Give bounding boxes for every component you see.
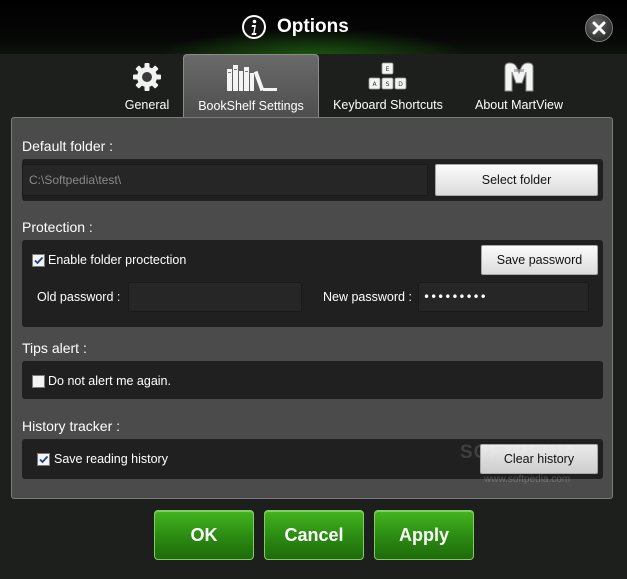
svg-text:D: D [398, 81, 403, 88]
softpedia-watermark-url: www.softpedia.com [484, 474, 571, 485]
clear-history-button[interactable]: Clear history [480, 444, 598, 474]
old-password-label: Old password : [37, 290, 121, 304]
protection-heading: Protection : [22, 219, 93, 235]
tab-keyboard-shortcuts[interactable]: E A S D Keyboard Shortcuts [331, 54, 445, 118]
tab-about-martview[interactable]: About MartView [469, 54, 569, 118]
cancel-button[interactable]: Cancel [264, 510, 364, 560]
close-icon [592, 21, 606, 35]
default-folder-path-field[interactable]: C:\Softpedia\test\ [22, 164, 428, 196]
new-password-value: ••••••••• [423, 290, 487, 304]
old-password-input[interactable] [128, 282, 302, 312]
info-icon [242, 15, 266, 39]
svg-text:S: S [386, 81, 390, 88]
tab-about-martview-label: About MartView [474, 98, 563, 112]
checkmark-icon [34, 256, 44, 265]
new-password-input[interactable]: ••••••••• [418, 282, 589, 312]
keyboard-icon: E A S D [368, 62, 407, 90]
save-history-checkbox[interactable] [37, 453, 50, 466]
do-not-alert-checkbox[interactable] [32, 375, 45, 388]
window-title: Options [277, 16, 349, 37]
new-password-label: New password : [323, 290, 412, 304]
save-history-label: Save reading history [54, 452, 168, 466]
tab-general[interactable]: General [118, 54, 176, 118]
tab-bookshelf-settings[interactable]: BookShelf Settings [183, 54, 319, 119]
gear-icon [133, 63, 161, 91]
checkmark-icon [39, 455, 49, 464]
tab-general-label: General [124, 98, 170, 112]
history-tracker-heading: History tracker : [22, 418, 121, 434]
tab-bookshelf-settings-label: BookShelf Settings [198, 99, 304, 113]
ok-button[interactable]: OK [154, 510, 254, 560]
tab-keyboard-shortcuts-label: Keyboard Shortcuts [333, 98, 443, 112]
martview-logo-icon [504, 62, 534, 92]
window-title-group: Options [241, 13, 349, 41]
close-button[interactable] [585, 14, 613, 42]
bookshelf-icon [227, 65, 277, 92]
default-folder-heading: Default folder : [22, 138, 114, 154]
tab-bar: General BookShelf Settings E A S D Keybo… [0, 54, 627, 119]
enable-protection-label: Enable folder proctection [48, 253, 187, 267]
apply-button[interactable]: Apply [374, 510, 474, 560]
do-not-alert-label: Do not alert me again. [48, 374, 171, 388]
svg-text:E: E [386, 66, 390, 73]
tips-alert-heading: Tips alert : [22, 340, 87, 356]
enable-protection-checkbox[interactable] [32, 254, 45, 267]
select-folder-button[interactable]: Select folder [435, 164, 598, 196]
save-password-button[interactable]: Save password [481, 245, 598, 275]
title-bar: Options [0, 0, 627, 54]
default-folder-path: C:\Softpedia\test\ [29, 173, 122, 187]
